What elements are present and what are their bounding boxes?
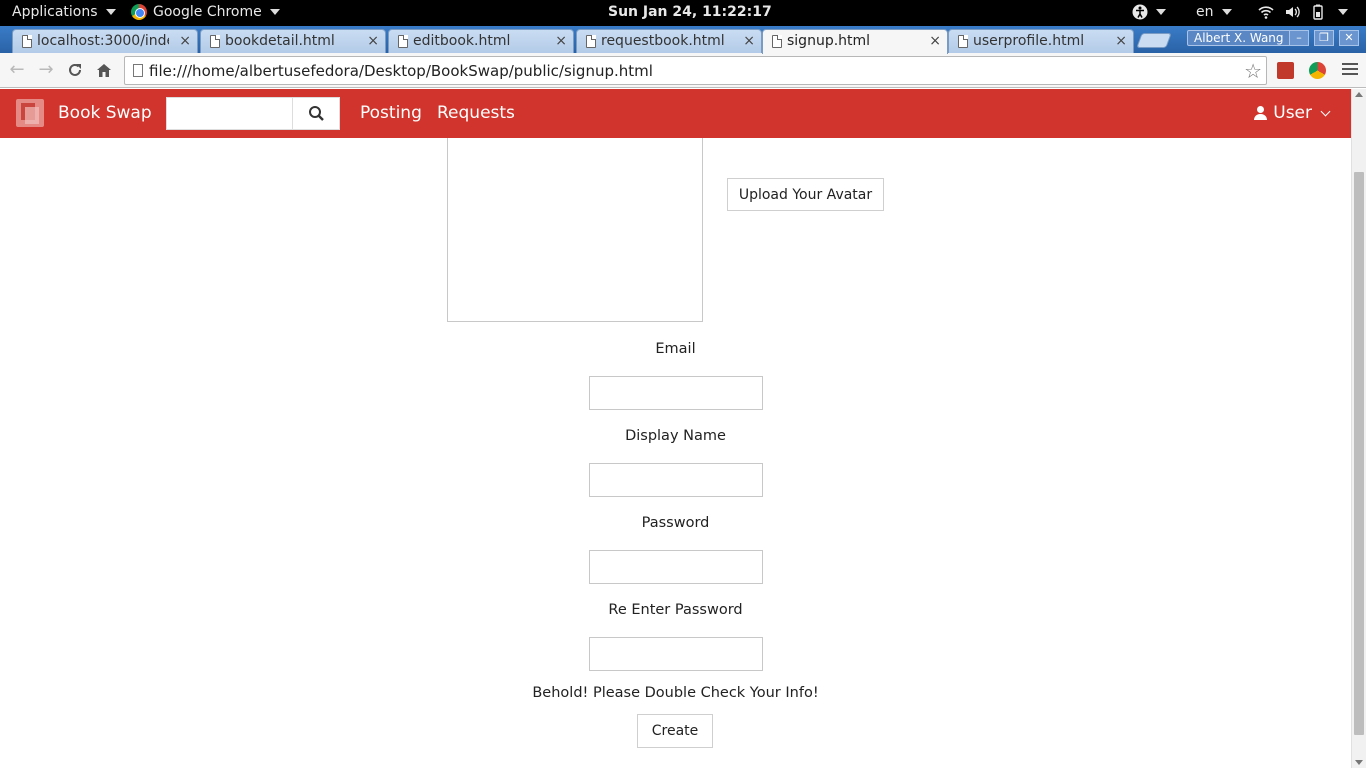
chevron-down-icon: [1338, 9, 1348, 15]
page-icon: [22, 35, 32, 48]
chevron-down-icon: [1156, 9, 1166, 15]
language-menu[interactable]: en: [1196, 4, 1232, 20]
user-menu-label: User: [1273, 103, 1312, 123]
forward-button[interactable]: →: [36, 61, 56, 81]
back-button[interactable]: ←: [7, 61, 27, 81]
applications-label: Applications: [12, 4, 98, 20]
tab-title: requestbook.html: [601, 33, 725, 49]
tab-editbook[interactable]: editbook.html ×: [388, 29, 574, 53]
create-button[interactable]: Create: [637, 714, 713, 748]
scrollbar-thumb[interactable]: [1354, 172, 1364, 735]
reload-icon: [69, 63, 81, 76]
extension-chrome-icon[interactable]: [1309, 62, 1326, 79]
nav-requests-link[interactable]: Requests: [437, 103, 515, 123]
home-button[interactable]: [94, 61, 114, 81]
close-icon[interactable]: ×: [179, 33, 191, 49]
accessibility-icon: [1132, 4, 1148, 20]
reenter-password-field[interactable]: [589, 637, 763, 671]
search-icon: [309, 106, 324, 121]
app-menu-label: Google Chrome: [153, 4, 262, 20]
page-scrollbar[interactable]: [1351, 89, 1366, 768]
profile-button[interactable]: Albert X. Wang: [1187, 30, 1291, 46]
close-icon[interactable]: ×: [367, 33, 379, 49]
chevron-down-icon: [105, 9, 116, 15]
extension-book-icon[interactable]: [1277, 62, 1294, 79]
page-icon: [398, 35, 408, 48]
tab-signup[interactable]: signup.html ×: [762, 29, 948, 54]
page-icon: [772, 35, 782, 48]
close-window-button[interactable]: ✕: [1339, 30, 1359, 46]
page-icon: [586, 35, 596, 48]
page-icon: [210, 35, 220, 48]
tab-bookdetail[interactable]: bookdetail.html ×: [200, 29, 386, 53]
clock[interactable]: Sun Jan 24, 11:22:17: [608, 4, 772, 20]
browser-toolbar: ← → file:///home/albertusefedora/Desktop…: [0, 53, 1366, 88]
close-icon[interactable]: ×: [929, 33, 941, 49]
url-text[interactable]: file:///home/albertusefedora/Desktop/Boo…: [149, 62, 653, 80]
chrome-icon: [131, 4, 147, 20]
page-viewport: Book Swap Posting Requests User Upload Y…: [0, 89, 1351, 768]
page-icon: [958, 35, 968, 48]
close-icon[interactable]: ×: [1115, 33, 1127, 49]
avatar-preview: [447, 138, 703, 322]
app-navbar: Book Swap Posting Requests User: [0, 89, 1351, 138]
new-tab-button[interactable]: [1136, 33, 1172, 48]
password-label: Password: [641, 515, 710, 531]
upload-avatar-button[interactable]: Upload Your Avatar: [727, 178, 884, 211]
search-button[interactable]: [292, 97, 340, 130]
app-menu[interactable]: Google Chrome: [131, 4, 280, 20]
chevron-down-icon: [269, 9, 280, 15]
address-bar[interactable]: file:///home/albertusefedora/Desktop/Boo…: [124, 56, 1267, 85]
tab-title: signup.html: [787, 33, 871, 49]
email-label: Email: [655, 341, 696, 357]
email-field[interactable]: [589, 376, 763, 410]
tab-localhost[interactable]: localhost:3000/inde ×: [12, 29, 198, 53]
chevron-down-icon: [1221, 9, 1232, 15]
scroll-up-icon[interactable]: [1355, 92, 1363, 97]
display-name-field[interactable]: [589, 463, 763, 497]
book-swap-logo[interactable]: [16, 99, 44, 127]
password-field[interactable]: [589, 550, 763, 584]
minimize-button[interactable]: –: [1289, 30, 1309, 46]
volume-icon: [1286, 6, 1300, 18]
reload-button[interactable]: [65, 61, 85, 81]
applications-menu[interactable]: Applications: [12, 4, 116, 20]
tab-requestbook[interactable]: requestbook.html ×: [576, 29, 762, 53]
page-icon: [133, 64, 143, 77]
tab-title: editbook.html: [413, 33, 511, 49]
scroll-down-icon[interactable]: [1355, 760, 1363, 765]
bookmark-star-icon[interactable]: ☆: [1244, 59, 1262, 83]
tab-userprofile[interactable]: userprofile.html ×: [948, 29, 1134, 53]
tab-title: localhost:3000/inde: [37, 33, 169, 49]
double-check-notice: Behold! Please Double Check Your Info!: [532, 685, 819, 701]
chevron-down-icon: [1320, 106, 1331, 116]
home-icon: [97, 64, 111, 77]
language-label: en: [1196, 4, 1214, 20]
search-input[interactable]: [166, 97, 293, 130]
wifi-icon: [1258, 6, 1274, 19]
display-name-label: Display Name: [625, 428, 726, 444]
tab-title: userprofile.html: [973, 33, 1085, 49]
close-icon[interactable]: ×: [743, 33, 755, 49]
close-icon[interactable]: ×: [555, 33, 567, 49]
user-icon: [1254, 106, 1268, 120]
status-menu[interactable]: [1258, 4, 1348, 20]
reenter-password-label: Re Enter Password: [608, 602, 743, 618]
tab-title: bookdetail.html: [225, 33, 335, 49]
nav-posting-link[interactable]: Posting: [360, 103, 422, 123]
brand-name[interactable]: Book Swap: [58, 103, 152, 123]
accessibility-menu[interactable]: [1132, 4, 1166, 20]
maximize-button[interactable]: ❐: [1314, 30, 1334, 46]
battery-icon: [1313, 4, 1323, 20]
menu-icon[interactable]: [1342, 63, 1358, 77]
user-menu[interactable]: User: [1254, 103, 1331, 123]
system-top-bar: Applications Google Chrome Sun Jan 24, 1…: [0, 0, 1366, 26]
